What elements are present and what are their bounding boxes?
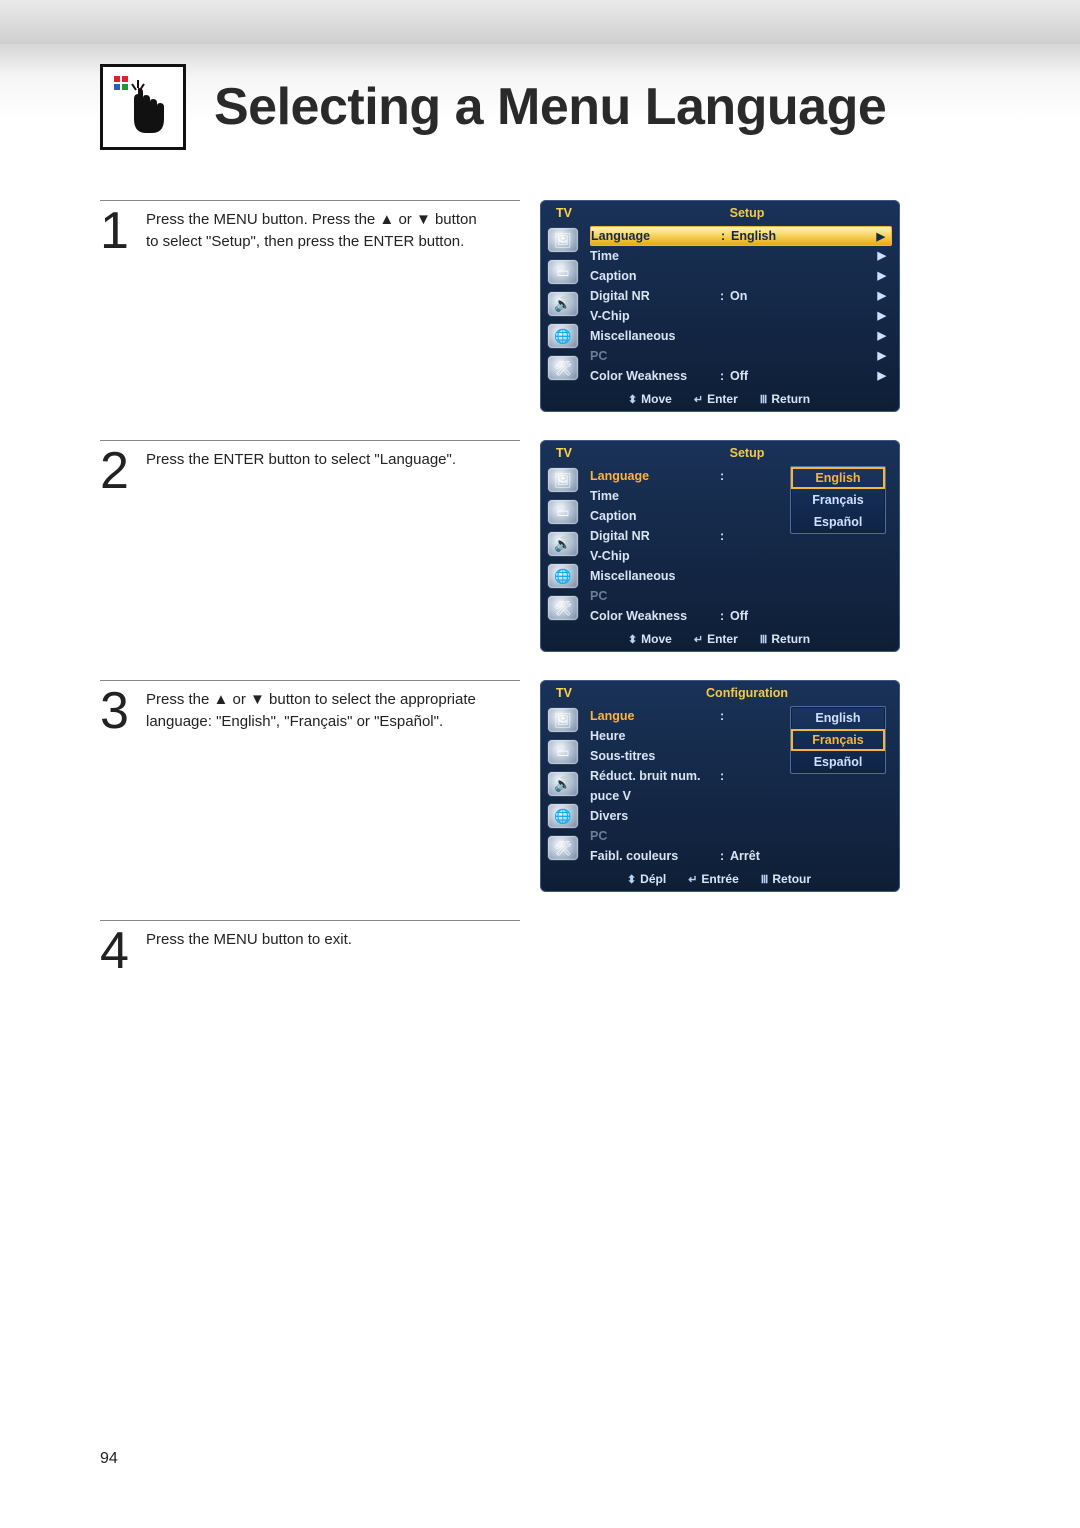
enter-icon: ↵: [694, 393, 703, 406]
osd-tv-label: TV: [548, 446, 604, 460]
enter-icon: ↵: [694, 633, 703, 646]
page-content: Selecting a Menu Language 1 Press the ME…: [0, 0, 1080, 977]
osd-list: Language:English▶ Time▶ Caption▶ Digital…: [584, 224, 894, 388]
lang-option-english[interactable]: English: [791, 707, 885, 729]
menu-item-time[interactable]: Time▶: [590, 246, 892, 266]
page-number: 94: [100, 1450, 118, 1468]
osd-tv-label: TV: [548, 206, 604, 220]
pic-icon: 🖼: [548, 708, 578, 732]
setup-icon: 🛠: [548, 356, 578, 380]
sound-icon: 🔊: [548, 532, 578, 556]
step-text: Press the ▲ or ▼ button to select the ap…: [140, 685, 490, 737]
menu-item-vchip[interactable]: V-Chip: [590, 546, 892, 566]
move-icon: ⬍: [628, 393, 637, 406]
channel-icon: 🌐: [548, 564, 578, 588]
menu-item-divers[interactable]: Divers: [590, 806, 892, 826]
osd-footer: ⬍Move ↵Enter ⅢReturn: [544, 388, 894, 408]
top-metal-band: [0, 0, 1080, 44]
osd-sidebar-icons: 🖼 ▭ 🔊 🌐 🛠: [544, 464, 584, 628]
osd-panel-1: TV Setup 🖼 ▭ 🔊 🌐 🛠 Lan: [540, 200, 900, 412]
screen-icon: ▭: [548, 260, 578, 284]
language-popup: English Français Español: [790, 706, 886, 774]
osd-panel-2: TV Setup 🖼 ▭ 🔊 🌐 🛠 Lan: [540, 440, 900, 652]
channel-icon: 🌐: [548, 324, 578, 348]
step-number: 4: [100, 925, 140, 977]
page-title: Selecting a Menu Language: [214, 77, 886, 137]
enter-icon: ↵: [688, 873, 697, 886]
sound-icon: 🔊: [548, 292, 578, 316]
menu-item-pc[interactable]: PC: [590, 826, 892, 846]
step-text: Press the ENTER button to select "Langua…: [140, 445, 490, 497]
step-4: 4 Press the MENU button to exit.: [100, 920, 1000, 977]
steps-container: 1 Press the MENU button. Press the ▲ or …: [100, 200, 1000, 977]
menu-item-misc[interactable]: Miscellaneous▶: [590, 326, 892, 346]
menu-item-color-weakness[interactable]: Color Weakness:Off: [590, 606, 892, 626]
lang-option-espanol[interactable]: Español: [791, 511, 885, 533]
menu-item-pc[interactable]: PC▶: [590, 346, 892, 366]
hand-press-icon: [100, 64, 186, 150]
screen-icon: ▭: [548, 740, 578, 764]
osd-sidebar-icons: 🖼 ▭ 🔊 🌐 🛠: [544, 704, 584, 868]
step-number: 3: [100, 685, 140, 737]
menu-item-language[interactable]: Language:English▶: [590, 226, 892, 246]
menu-item-faibl-couleurs[interactable]: Faibl. couleurs:Arrêt: [590, 846, 892, 866]
menu-item-vchip[interactable]: V-Chip▶: [590, 306, 892, 326]
osd-title: Setup: [604, 206, 890, 220]
lang-option-english[interactable]: English: [791, 467, 885, 489]
pic-icon: 🖼: [548, 228, 578, 252]
step-number: 1: [100, 205, 140, 257]
setup-icon: 🛠: [548, 596, 578, 620]
step-2: 2 Press the ENTER button to select "Lang…: [100, 440, 1000, 652]
step-number: 2: [100, 445, 140, 497]
pic-icon: 🖼: [548, 468, 578, 492]
return-icon: Ⅲ: [760, 393, 768, 406]
osd-list: Language: Time Caption Digital NR: V-Chi…: [584, 464, 894, 628]
channel-icon: 🌐: [548, 804, 578, 828]
osd-title: Configuration: [604, 686, 890, 700]
lang-option-francais[interactable]: Français: [791, 489, 885, 511]
move-icon: ⬍: [628, 633, 637, 646]
osd-title: Setup: [604, 446, 890, 460]
move-icon: ⬍: [627, 873, 636, 886]
menu-item-misc[interactable]: Miscellaneous: [590, 566, 892, 586]
step-text: Press the MENU button to exit.: [140, 925, 490, 977]
lang-option-francais[interactable]: Français: [791, 729, 885, 751]
step-3: 3 Press the ▲ or ▼ button to select the …: [100, 680, 1000, 892]
language-popup: English Français Español: [790, 466, 886, 534]
screen-icon: ▭: [548, 500, 578, 524]
menu-item-digital-nr[interactable]: Digital NR:On▶: [590, 286, 892, 306]
sound-icon: 🔊: [548, 772, 578, 796]
osd-sidebar-icons: 🖼 ▭ 🔊 🌐 🛠: [544, 224, 584, 388]
osd-footer: ⬍Move ↵Enter ⅢReturn: [544, 628, 894, 648]
osd-panel-3: TV Configuration 🖼 ▭ 🔊 🌐 🛠 Langue:: [540, 680, 900, 892]
menu-item-pc[interactable]: PC: [590, 586, 892, 606]
setup-icon: 🛠: [548, 836, 578, 860]
lang-option-espanol[interactable]: Español: [791, 751, 885, 773]
return-icon: Ⅲ: [761, 873, 769, 886]
menu-item-puce-v[interactable]: puce V: [590, 786, 892, 806]
return-icon: Ⅲ: [760, 633, 768, 646]
menu-item-color-weakness[interactable]: Color Weakness:Off▶: [590, 366, 892, 386]
osd-footer: ⬍Dépl ↵Entrée ⅢRetour: [544, 868, 894, 888]
osd-list: Langue: Heure Sous-titres Réduct. bruit …: [584, 704, 894, 868]
step-text: Press the MENU button. Press the ▲ or ▼ …: [140, 205, 490, 257]
osd-tv-label: TV: [548, 686, 604, 700]
menu-item-caption[interactable]: Caption▶: [590, 266, 892, 286]
page-header: Selecting a Menu Language: [100, 64, 1000, 150]
step-1: 1 Press the MENU button. Press the ▲ or …: [100, 200, 1000, 412]
